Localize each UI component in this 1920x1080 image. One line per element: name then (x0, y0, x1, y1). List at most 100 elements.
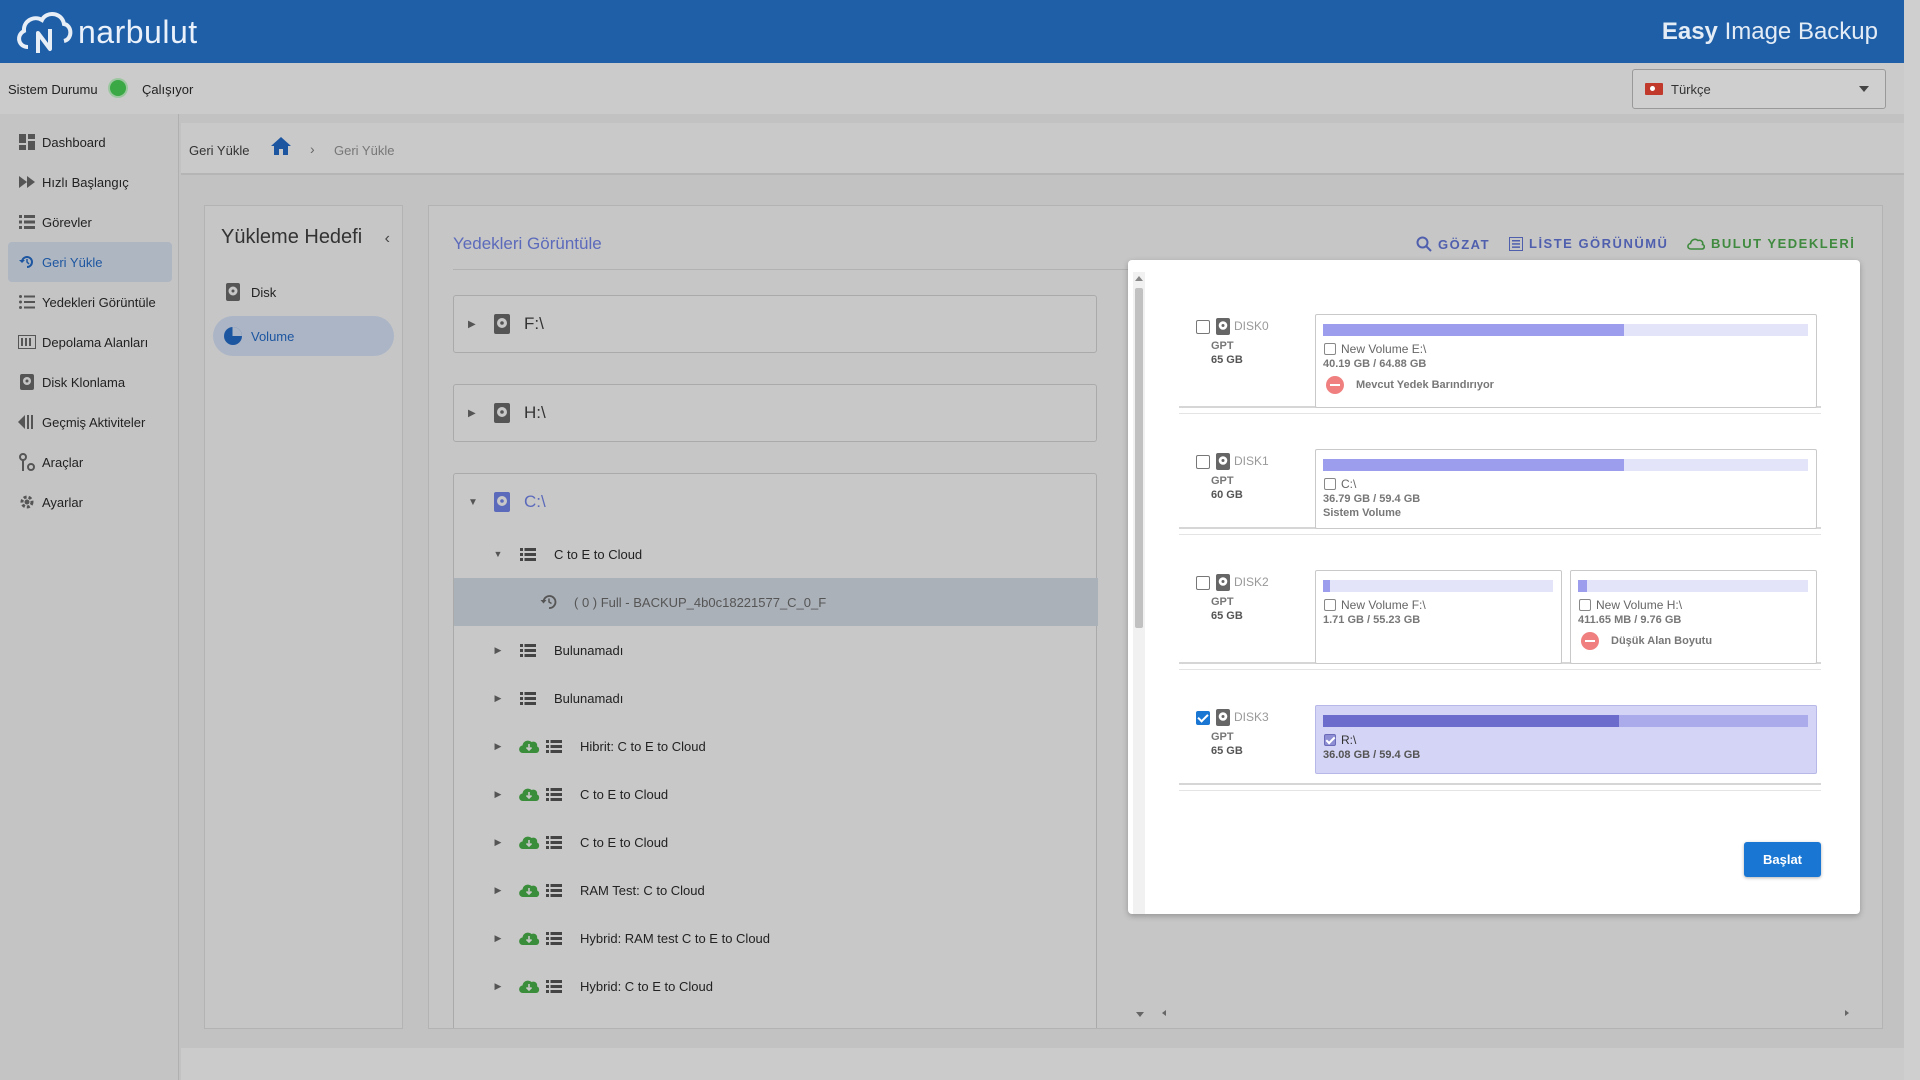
backup-task-label: Hibrit: C to E to Cloud (580, 738, 706, 754)
expand-icon[interactable]: ▶ (492, 933, 504, 944)
dialog-scrollbar[interactable] (1133, 272, 1145, 914)
language-select[interactable]: Türkçe (1632, 69, 1886, 109)
backup-task-row[interactable]: ▼ C to E to Cloud (454, 530, 1098, 578)
scroll-left-icon[interactable] (1162, 1010, 1166, 1016)
backup-task-label: Bulunamadı (554, 642, 624, 658)
home-icon[interactable] (271, 137, 291, 158)
horizontal-scrollbar[interactable] (1154, 1007, 1859, 1019)
target-disk-label: Disk (251, 284, 277, 300)
disk-icon (1216, 574, 1230, 594)
volume-name: C:\ (524, 492, 546, 511)
partition-checkbox[interactable] (1324, 343, 1336, 355)
disk-size: 65 GB (1211, 610, 1243, 622)
sidebar-item-view-backups[interactable]: Yedekleri Görüntüle (8, 282, 172, 322)
restore-target-panel: Yükleme Hedefi ‹ Disk Volume (204, 205, 403, 1029)
backup-task-row[interactable]: ▶ Hibrit: C to E to Cloud (454, 722, 1098, 770)
backup-task-row[interactable]: ▶ RAM Test: C to Cloud (454, 866, 1098, 914)
target-disk[interactable]: Disk (213, 272, 394, 312)
expand-icon[interactable]: ▶ (492, 741, 504, 752)
backup-task-row[interactable]: ▶ C to E to Cloud (454, 818, 1098, 866)
backup-task-row[interactable]: ▶ Bulunamadı (454, 626, 1098, 674)
sidebar-item-quick-start[interactable]: Hızlı Başlangıç (8, 162, 172, 202)
usage-bar-fill (1323, 324, 1624, 336)
sidebar-item-disk-clone[interactable]: Disk Klonlama (8, 362, 172, 402)
backup-task-row[interactable]: ▶ C to E to Cloud (454, 770, 1098, 818)
disk-checkbox[interactable] (1196, 711, 1210, 725)
cloud-download-icon (518, 931, 540, 946)
partition-card[interactable]: New Volume E:\ 40.19 GB / 64.88 GB Mevcu… (1315, 314, 1817, 408)
expand-icon[interactable]: ▶ (492, 645, 504, 656)
sidebar-item-tools[interactable]: Araçlar (8, 442, 172, 482)
disk-partition-type: GPT (1211, 596, 1234, 608)
partition-card[interactable]: New Volume H:\ 411.65 MB / 9.76 GB Düşük… (1570, 570, 1817, 664)
partition-card[interactable]: C:\ 36.79 GB / 59.4 GB Sistem Volume (1315, 449, 1817, 529)
partition-label: New Volume F:\ (1341, 598, 1426, 612)
partition-checkbox[interactable] (1324, 734, 1336, 746)
expand-icon[interactable]: ▶ (468, 319, 484, 330)
browse-button[interactable]: GÖZAT (1416, 236, 1490, 252)
cloud-logo-icon (17, 12, 73, 53)
sidebar-item-dashboard[interactable]: Dashboard (8, 122, 172, 162)
list-icon (520, 691, 538, 705)
sidebar-item-settings[interactable]: Ayarlar (8, 482, 172, 522)
partition-card[interactable]: New Volume F:\ 1.71 GB / 55.23 GB (1315, 570, 1562, 664)
backup-task-row[interactable]: ▶ Hybrid: RAM test C to E to Cloud (454, 914, 1098, 962)
backup-task-label: Bulunamadı (554, 690, 624, 706)
disk-checkbox[interactable] (1196, 320, 1210, 334)
collapse-icon[interactable]: ‹ (385, 230, 390, 248)
list-icon (520, 547, 538, 561)
volume-header[interactable]: ▶ H:\ (454, 385, 1096, 441)
sidebar-item-label: Depolama Alanları (42, 334, 149, 350)
narbulut-logo[interactable]: narbulut (14, 6, 198, 58)
app-title: Easy Image Backup (1662, 18, 1878, 46)
collapse-icon[interactable]: ▼ (468, 497, 484, 508)
panel-title: Yükleme Hedefi (221, 226, 363, 248)
disk-checkbox[interactable] (1196, 455, 1210, 469)
scroll-right-icon[interactable] (1845, 1010, 1849, 1016)
sidebar-item-history[interactable]: Geçmiş Aktiviteler (8, 402, 172, 442)
backup-version-row[interactable]: ( 0 ) Full - BACKUP_4b0c18221577_C_0_F (454, 578, 1098, 626)
partition-checkbox[interactable] (1324, 478, 1336, 490)
collapse-icon[interactable]: ▼ (492, 549, 504, 559)
disk-icon (18, 373, 36, 391)
scrollbar-thumb[interactable] (1135, 288, 1143, 628)
expand-icon[interactable]: ▶ (492, 837, 504, 848)
disk-row-disk2: DISK2 GPT 65 GB New Volume F:\ 1.71 GB /… (1179, 570, 1821, 670)
sidebar-item-tasks[interactable]: Görevler (8, 202, 172, 242)
breadcrumb: Geri Yükle › Geri Yükle (181, 123, 1904, 175)
disk-checkbox[interactable] (1196, 576, 1210, 590)
expand-icon[interactable]: ▶ (468, 408, 484, 419)
turkey-flag-icon (1645, 83, 1663, 95)
backup-task-row[interactable]: ▶ Hybrid: C to E to Cloud (454, 962, 1098, 1010)
sidebar-item-restore[interactable]: Geri Yükle (8, 242, 172, 282)
restore-icon (18, 253, 36, 271)
target-volume[interactable]: Volume (213, 316, 394, 356)
backup-task-row[interactable]: ▶ Bulunamadı (454, 674, 1098, 722)
volume-name: H:\ (524, 403, 546, 422)
sidebar-item-label: Geçmiş Aktiviteler (42, 414, 146, 430)
partition-checkbox[interactable] (1579, 599, 1591, 611)
backup-task-label: RAM Test: C to Cloud (580, 882, 705, 898)
scroll-down-icon[interactable] (1136, 1012, 1144, 1017)
chevron-down-icon (1859, 86, 1869, 92)
list-icon (546, 739, 564, 753)
page-scrollbar[interactable] (1904, 0, 1920, 1080)
restore-icon (540, 593, 562, 611)
volume-header[interactable]: ▼ C:\ (454, 474, 1096, 530)
partition-usage: 36.08 GB / 59.4 GB (1323, 749, 1421, 761)
sidebar-item-storage[interactable]: Depolama Alanları (8, 322, 172, 362)
expand-icon[interactable]: ▶ (492, 789, 504, 800)
partition-checkbox[interactable] (1324, 599, 1336, 611)
partition-usage: 411.65 MB / 9.76 GB (1578, 614, 1682, 626)
list-view-button[interactable]: LİSTE GÖRÜNÜMÜ (1509, 236, 1668, 251)
partition-card[interactable]: R:\ 36.08 GB / 59.4 GB (1315, 705, 1817, 774)
scroll-up-icon[interactable] (1135, 276, 1143, 281)
expand-icon[interactable]: ▶ (492, 981, 504, 992)
expand-icon[interactable]: ▶ (492, 693, 504, 704)
start-button[interactable]: Başlat (1744, 842, 1821, 877)
cloud-backups-button[interactable]: BULUT YEDEKLERİ (1687, 236, 1855, 251)
cloud-icon (1687, 238, 1705, 250)
cloud-download-icon (518, 883, 540, 898)
expand-icon[interactable]: ▶ (492, 885, 504, 896)
volume-header[interactable]: ▶ F:\ (454, 296, 1096, 352)
